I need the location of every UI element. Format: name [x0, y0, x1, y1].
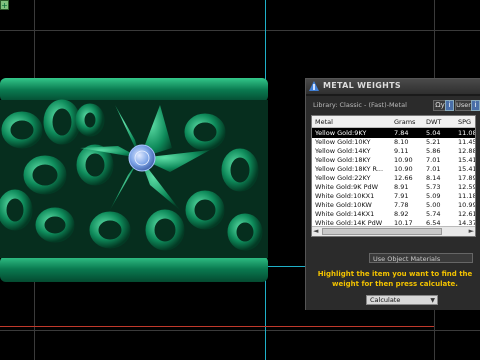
cell-grams: 8.10 [394, 138, 409, 146]
cell-metal: Yellow Gold:18KY [315, 156, 371, 164]
cell-spg: 12.88 [458, 147, 476, 155]
cell-metal: Yellow Gold:22KY [315, 174, 371, 182]
cell-dwt: 7.01 [426, 156, 441, 164]
cell-dwt: 8.14 [426, 174, 441, 182]
column-header-spg[interactable]: SPG [458, 118, 471, 126]
instruction-text: Highlight the item you want to find the … [317, 270, 473, 288]
column-header-metal[interactable]: Metal [315, 118, 333, 126]
grid-line [0, 30, 480, 31]
scale-icon [309, 81, 319, 91]
cell-grams: 9.11 [394, 147, 409, 155]
cell-spg: 11.18 [458, 192, 476, 200]
cell-dwt: 5.86 [426, 147, 441, 155]
use-object-materials-dropdown[interactable]: Use Object Materials [369, 253, 473, 263]
chevron-down-icon: ▼ [430, 297, 435, 304]
cell-dwt: 7.01 [426, 165, 441, 173]
cell-spg: 17.89 [458, 174, 476, 182]
cell-metal: Yellow Gold:18KY R... [315, 165, 384, 173]
info-button[interactable]: i [445, 100, 454, 111]
cell-dwt: 5.73 [426, 183, 441, 191]
scroll-right-icon[interactable]: ► [469, 227, 474, 236]
ring-model [0, 78, 268, 282]
metal-table[interactable]: Metal Grams DWT SPG Yellow Gold:9KY 7.84 5… [311, 115, 476, 237]
cell-grams: 8.91 [394, 183, 409, 191]
cell-grams: 7.84 [394, 129, 409, 137]
cell-spg: 10.99 [458, 201, 476, 209]
user-info-button[interactable]: i [471, 100, 480, 111]
library-label: Library: Classic - (Fast)-Metal [313, 101, 407, 109]
cell-metal: White Gold:10KX1 [315, 192, 375, 200]
cell-spg: 12.59 [458, 183, 476, 191]
x-axis-line [0, 326, 434, 327]
panel-titlebar[interactable]: METAL WEIGHTS [306, 79, 480, 95]
cell-spg: 12.61 [458, 210, 476, 218]
divider [306, 94, 480, 96]
cell-metal: Yellow Gold:9KY [315, 129, 367, 137]
grid-line [0, 330, 480, 331]
calculate-label: Calculate [370, 296, 401, 304]
cell-grams: 7.91 [394, 192, 409, 200]
cell-grams: 12.66 [394, 174, 413, 182]
panel-title: METAL WEIGHTS [323, 81, 401, 90]
viewport-corner-handle[interactable]: + [0, 0, 9, 10]
cell-metal: White Gold:14KX1 [315, 210, 375, 218]
cell-grams: 7.78 [394, 201, 409, 209]
cell-dwt: 5.00 [426, 201, 441, 209]
cell-dwt: 5.21 [426, 138, 441, 146]
cell-dwt: 5.04 [426, 129, 441, 137]
calculate-dropdown[interactable]: Calculate ▼ [366, 295, 438, 305]
cell-metal: White Gold:9K PdW [315, 183, 379, 191]
metal-weights-panel: METAL WEIGHTS Library: Classic - (Fast)-… [305, 78, 480, 310]
cell-metal: White Gold:10KW [315, 201, 372, 209]
cell-dwt: 5.74 [426, 210, 441, 218]
cell-spg: 15.41 [458, 165, 476, 173]
cell-grams: 10.90 [394, 156, 413, 164]
cell-dwt: 5.09 [426, 192, 441, 200]
cell-grams: 10.90 [394, 165, 413, 173]
column-header-grams[interactable]: Grams [394, 118, 415, 126]
scrollbar-thumb[interactable] [322, 228, 442, 235]
cell-spg: 11.45 [458, 138, 476, 146]
cell-spg: 15.41 [458, 156, 476, 164]
column-header-dwt[interactable]: DWT [426, 118, 441, 126]
table-header: Metal Grams DWT SPG [312, 116, 475, 128]
cell-metal: Yellow Gold:14KY [315, 147, 371, 155]
cell-spg: 11.08 [458, 129, 476, 137]
cell-metal: Yellow Gold:10KY [315, 138, 371, 146]
cell-grams: 8.92 [394, 210, 409, 218]
scroll-left-icon[interactable]: ◄ [313, 227, 318, 236]
horizontal-scrollbar[interactable]: ◄ ► [312, 226, 475, 236]
user-library-button[interactable]: User [455, 100, 472, 111]
